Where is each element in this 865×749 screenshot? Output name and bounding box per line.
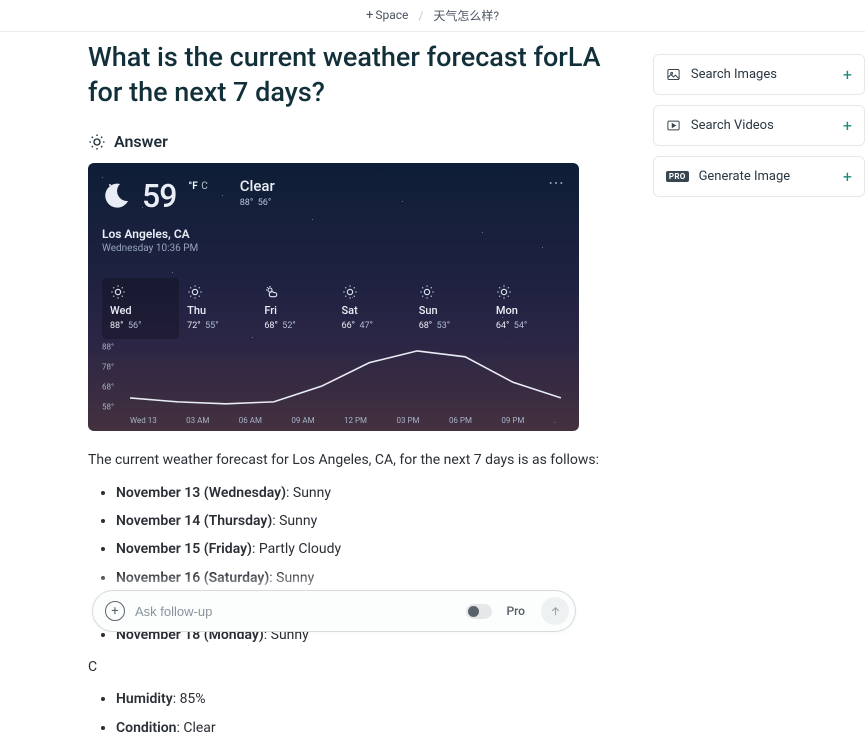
unit-toggle[interactable]: °F C (188, 181, 207, 192)
sidebar-item[interactable]: Search Images+ (653, 54, 865, 95)
page-title: What is the current weather forecast for… (88, 40, 635, 110)
followup-bar: + Pro (92, 590, 576, 632)
send-button[interactable] (541, 597, 569, 625)
pro-toggle[interactable] (466, 604, 492, 619)
temp-range: 88° 56° (240, 198, 275, 208)
plus-icon: + (843, 167, 852, 186)
more-icon[interactable]: ⋯ (548, 173, 565, 192)
thread-title[interactable]: 天气怎么样? (433, 7, 499, 24)
list-item: Humidity: 85% (116, 688, 635, 710)
forecast-day[interactable]: Mon64° 54° (488, 278, 565, 339)
local-time: Wednesday 10:36 PM (102, 243, 565, 254)
forecast-day[interactable]: Thu72° 55° (179, 278, 256, 339)
forecast-day[interactable]: Wed88° 56° (102, 278, 179, 339)
sidebar-item[interactable]: PROGenerate Image+ (653, 156, 865, 197)
sidebar-item[interactable]: Search Videos+ (653, 105, 865, 146)
location-label: Los Angeles, CA (102, 227, 565, 241)
forecast-day[interactable]: Sat66° 47° (334, 278, 411, 339)
current-temperature: 59 (142, 177, 176, 215)
forecast-days: Wed88° 56°Thu72° 55°Fri68° 52°Sat66° 47°… (102, 278, 565, 339)
answer-icon (88, 133, 106, 151)
plus-icon: + (843, 65, 852, 84)
list-item: November 13 (Wednesday): Sunny (116, 482, 635, 504)
pro-label: Pro (506, 604, 525, 618)
breadcrumb-separator: / (418, 9, 423, 23)
answer-section-header: Answer (88, 132, 635, 151)
list-item: November 14 (Thursday): Sunny (116, 510, 635, 532)
weather-condition: Clear (240, 177, 275, 195)
list-item: Condition: Clear (116, 717, 635, 739)
plus-icon: + (843, 116, 852, 135)
forecast-day[interactable]: Sun68° 53° (411, 278, 488, 339)
forecast-day[interactable]: Fri68° 52° (256, 278, 333, 339)
new-space-button[interactable]: +Space (366, 8, 408, 23)
breadcrumb: +Space / 天气怎么样? (0, 0, 865, 32)
weather-widget: ⋯ 59 °F C Clear 88° 56° Los Angeles, CA … (88, 163, 579, 431)
followup-input[interactable] (135, 604, 456, 619)
hourly-chart: Wed 1303 AM06 AM09 AM12 PM03 PM06 PM09 P… (102, 347, 565, 427)
attach-button[interactable]: + (105, 601, 125, 621)
list-item: November 16 (Saturday): Sunny (116, 567, 635, 589)
list-item: November 15 (Friday): Partly Cloudy (116, 538, 635, 560)
pro-badge-icon: PRO (666, 171, 689, 182)
moon-icon (102, 181, 130, 209)
